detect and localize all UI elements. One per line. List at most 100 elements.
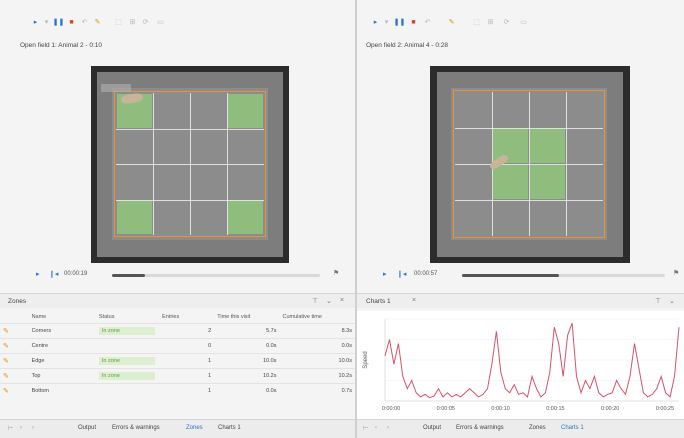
grid-icon[interactable]: ⊞ <box>128 18 137 27</box>
x-tick-label: 0:00:05 <box>437 406 455 412</box>
cumulative-value: 10.2s <box>279 368 355 384</box>
grid-line <box>116 164 264 165</box>
screen-icon[interactable]: ▭ <box>519 18 528 27</box>
visit-value: 0.0s <box>214 383 280 398</box>
status-empty <box>95 383 160 398</box>
reset-icon[interactable]: ⟳ <box>141 18 150 27</box>
grid-line <box>227 93 228 235</box>
play-icon[interactable]: ▸ <box>371 18 380 27</box>
status-badge: In zone <box>98 357 155 365</box>
stop-icon[interactable]: ■ <box>67 18 76 27</box>
pencil-icon[interactable]: ✎ <box>3 373 9 380</box>
scroll-right-icon[interactable]: › <box>32 425 34 431</box>
table-row[interactable]: ✎ Top In zone 1 10.2s 10.2s <box>0 368 355 384</box>
visit-value: 10.2s <box>214 368 280 384</box>
entries-value: 0 <box>159 338 215 354</box>
stop-icon[interactable]: ■ <box>409 18 418 27</box>
video-frame <box>430 66 630 263</box>
left-toolbar: ▸ ▾ ❚❚ ■ ↶ ✎ ⬚ ⊞ ⟳ ▭ <box>0 14 355 30</box>
pin-icon[interactable]: ⊤ <box>312 297 318 305</box>
x-tick-label: 0:00:15 <box>546 406 564 412</box>
select-icon[interactable]: ⬚ <box>472 18 481 27</box>
visit-value: 5.7s <box>214 323 280 339</box>
close-tab-icon[interactable]: × <box>412 297 416 304</box>
video-title: Open field 2: Animal 4 - 0:28 <box>366 42 449 49</box>
grid-line <box>455 164 603 165</box>
cumulative-value: 0.0s <box>279 338 355 354</box>
zone-name: Corners <box>28 323 96 339</box>
play-button-icon[interactable]: ▸ <box>383 270 387 278</box>
grid-line <box>116 199 264 201</box>
zones-panel-header: Zones ⊤ ⌄ × <box>0 293 355 308</box>
pause-icon[interactable]: ❚❚ <box>394 18 406 27</box>
pencil-icon[interactable]: ✎ <box>3 358 9 365</box>
undo-icon[interactable]: ↶ <box>423 18 432 27</box>
flag-icon[interactable]: ⚑ <box>333 269 339 277</box>
scroll-right-icon[interactable]: › <box>387 425 389 431</box>
entries-value: 1 <box>159 368 215 384</box>
status-badge: In zone <box>98 372 155 380</box>
flag-icon[interactable]: ⚑ <box>673 269 679 277</box>
col-status: Status <box>98 314 115 320</box>
tab-charts[interactable]: Charts 1 <box>561 425 584 431</box>
table-row[interactable]: ✎ Edge In zone 1 10.0s 10.0s <box>0 353 355 369</box>
pin-icon[interactable]: ⊤ <box>655 297 661 305</box>
visit-value: 10.0s <box>214 353 280 369</box>
pencil-icon[interactable]: ✎ <box>3 343 9 350</box>
tab-errors-warnings[interactable]: Errors & warnings <box>112 425 160 431</box>
visit-value: 0.0s <box>214 338 280 354</box>
zones-table: Name Status Entries Time this visit Cumu… <box>0 311 355 398</box>
chevron-down-icon[interactable]: ⌄ <box>326 297 332 305</box>
tab-output[interactable]: Output <box>78 425 96 431</box>
tab-errors-warnings[interactable]: Errors & warnings <box>456 425 504 431</box>
play-icon[interactable]: ▸ <box>31 18 40 27</box>
scroll-left-icon[interactable]: ‹ <box>20 425 22 431</box>
pencil-icon[interactable]: ✎ <box>3 328 9 335</box>
entries-value: 2 <box>159 323 215 339</box>
x-tick-label: 0:00:00 <box>382 406 400 412</box>
cumulative-value: 0.7s <box>279 383 355 398</box>
table-header-row: Name Status Entries Time this visit Cumu… <box>0 311 355 324</box>
undo-icon[interactable]: ↶ <box>80 18 89 27</box>
chevron-down-icon[interactable]: ⌄ <box>669 297 675 305</box>
grid-line <box>566 92 567 236</box>
progress-fill <box>462 274 560 277</box>
scroll-left-icon[interactable]: ‹ <box>375 425 377 431</box>
panel-title: Zones <box>8 298 27 305</box>
dropdown-icon[interactable]: ▾ <box>42 18 51 27</box>
entries-value: 1 <box>159 383 215 398</box>
step-back-icon[interactable]: ❙◂ <box>49 270 58 278</box>
status-badge: In zone <box>98 327 155 335</box>
progress-bar[interactable] <box>462 274 665 277</box>
arena <box>97 72 283 257</box>
tab-charts[interactable]: Charts 1 <box>218 425 241 431</box>
left-playbar: ▸ ❙◂ 00:00:19 ⚑ <box>0 268 355 282</box>
tab-zones[interactable]: Zones <box>186 425 203 431</box>
timecode: 00:00:57 <box>414 271 438 277</box>
arena <box>437 72 623 257</box>
progress-bar[interactable] <box>112 274 320 277</box>
right-pane: ▸ ▾ ❚❚ ■ ↶ ✎ ⬚ ⊞ ⟳ ▭ Open field 2: Anima… <box>357 0 684 438</box>
table-row[interactable]: ✎ Bottom 1 0.0s 0.7s <box>0 383 355 398</box>
right-bottom-tabs: ⊢ ‹ › Output Errors & warnings Zones Cha… <box>357 419 684 438</box>
table-row[interactable]: ✎ Centre 0 0.0s 0.0s <box>0 338 355 354</box>
scroll-home-icon[interactable]: ⊢ <box>8 425 13 432</box>
draw-zone-icon[interactable]: ✎ <box>93 18 102 27</box>
tab-zones[interactable]: Zones <box>529 425 546 431</box>
close-icon[interactable]: × <box>340 297 344 304</box>
pencil-icon[interactable]: ✎ <box>3 388 9 395</box>
scroll-home-icon[interactable]: ⊢ <box>363 425 368 432</box>
pause-icon[interactable]: ❚❚ <box>53 18 65 27</box>
select-icon[interactable]: ⬚ <box>114 18 123 27</box>
draw-zone-icon[interactable]: ✎ <box>447 18 456 27</box>
dropdown-icon[interactable]: ▾ <box>382 18 391 27</box>
play-button-icon[interactable]: ▸ <box>36 270 40 278</box>
screen-icon[interactable]: ▭ <box>156 18 165 27</box>
left-bottom-tabs: ⊢ ‹ › Output Errors & warnings Zones Cha… <box>0 419 355 438</box>
table-row[interactable]: ✎ Corners In zone 2 5.7s 8.3s <box>0 323 355 339</box>
tab-output[interactable]: Output <box>423 425 441 431</box>
step-back-icon[interactable]: ❙◂ <box>397 270 406 278</box>
video-title: Open field 1: Animal 2 - 0:10 <box>20 42 103 49</box>
reset-icon[interactable]: ⟳ <box>502 18 511 27</box>
grid-icon[interactable]: ⊞ <box>486 18 495 27</box>
